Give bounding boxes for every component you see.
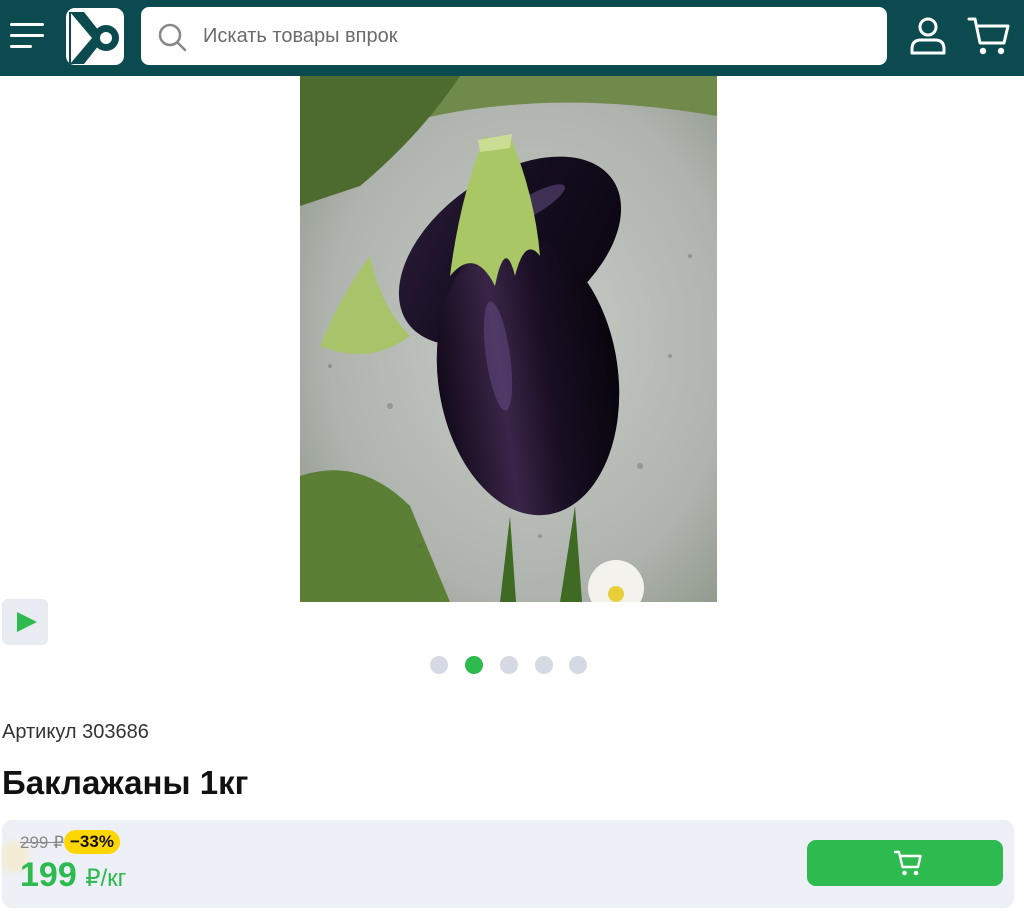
cart-icon bbox=[893, 850, 922, 876]
search-bar bbox=[141, 7, 887, 65]
blurred-note bbox=[140, 848, 144, 865]
current-price: 199 ₽/кг bbox=[20, 856, 126, 895]
product-sku: Артикул 303686 bbox=[2, 721, 149, 743]
add-to-cart-button[interactable] bbox=[807, 840, 1003, 886]
cart-icon[interactable] bbox=[966, 14, 1012, 58]
top-header bbox=[0, 0, 1024, 76]
menu-line-icon bbox=[10, 34, 44, 37]
user-icon[interactable] bbox=[906, 16, 950, 56]
gallery-dot[interactable] bbox=[569, 656, 587, 674]
video-button[interactable] bbox=[2, 599, 48, 645]
menu-line-icon bbox=[10, 45, 32, 48]
gallery-dot[interactable] bbox=[500, 656, 518, 674]
discount-badge: −33% bbox=[64, 830, 120, 854]
gallery-dot-active[interactable] bbox=[465, 656, 483, 674]
price-amount: 199 bbox=[20, 856, 77, 894]
price-panel: 299 ₽ −33% 199 ₽/кг bbox=[2, 820, 1014, 908]
product-title: Баклажаны 1кг bbox=[2, 764, 249, 801]
gallery-dot[interactable] bbox=[535, 656, 553, 674]
search-input[interactable] bbox=[203, 7, 873, 65]
product-photo[interactable] bbox=[300, 76, 717, 602]
gallery-dot[interactable] bbox=[430, 656, 448, 674]
search-icon[interactable] bbox=[157, 22, 187, 52]
eggplant-image bbox=[300, 76, 717, 602]
play-icon bbox=[17, 612, 37, 632]
brand-logo[interactable] bbox=[66, 8, 124, 65]
gallery-pagination bbox=[430, 656, 600, 674]
menu-line-icon bbox=[10, 23, 44, 26]
logo-icon bbox=[69, 12, 119, 64]
menu-button[interactable] bbox=[8, 20, 46, 52]
price-unit: ₽/кг bbox=[85, 865, 127, 892]
old-price: 299 ₽ bbox=[20, 833, 64, 852]
